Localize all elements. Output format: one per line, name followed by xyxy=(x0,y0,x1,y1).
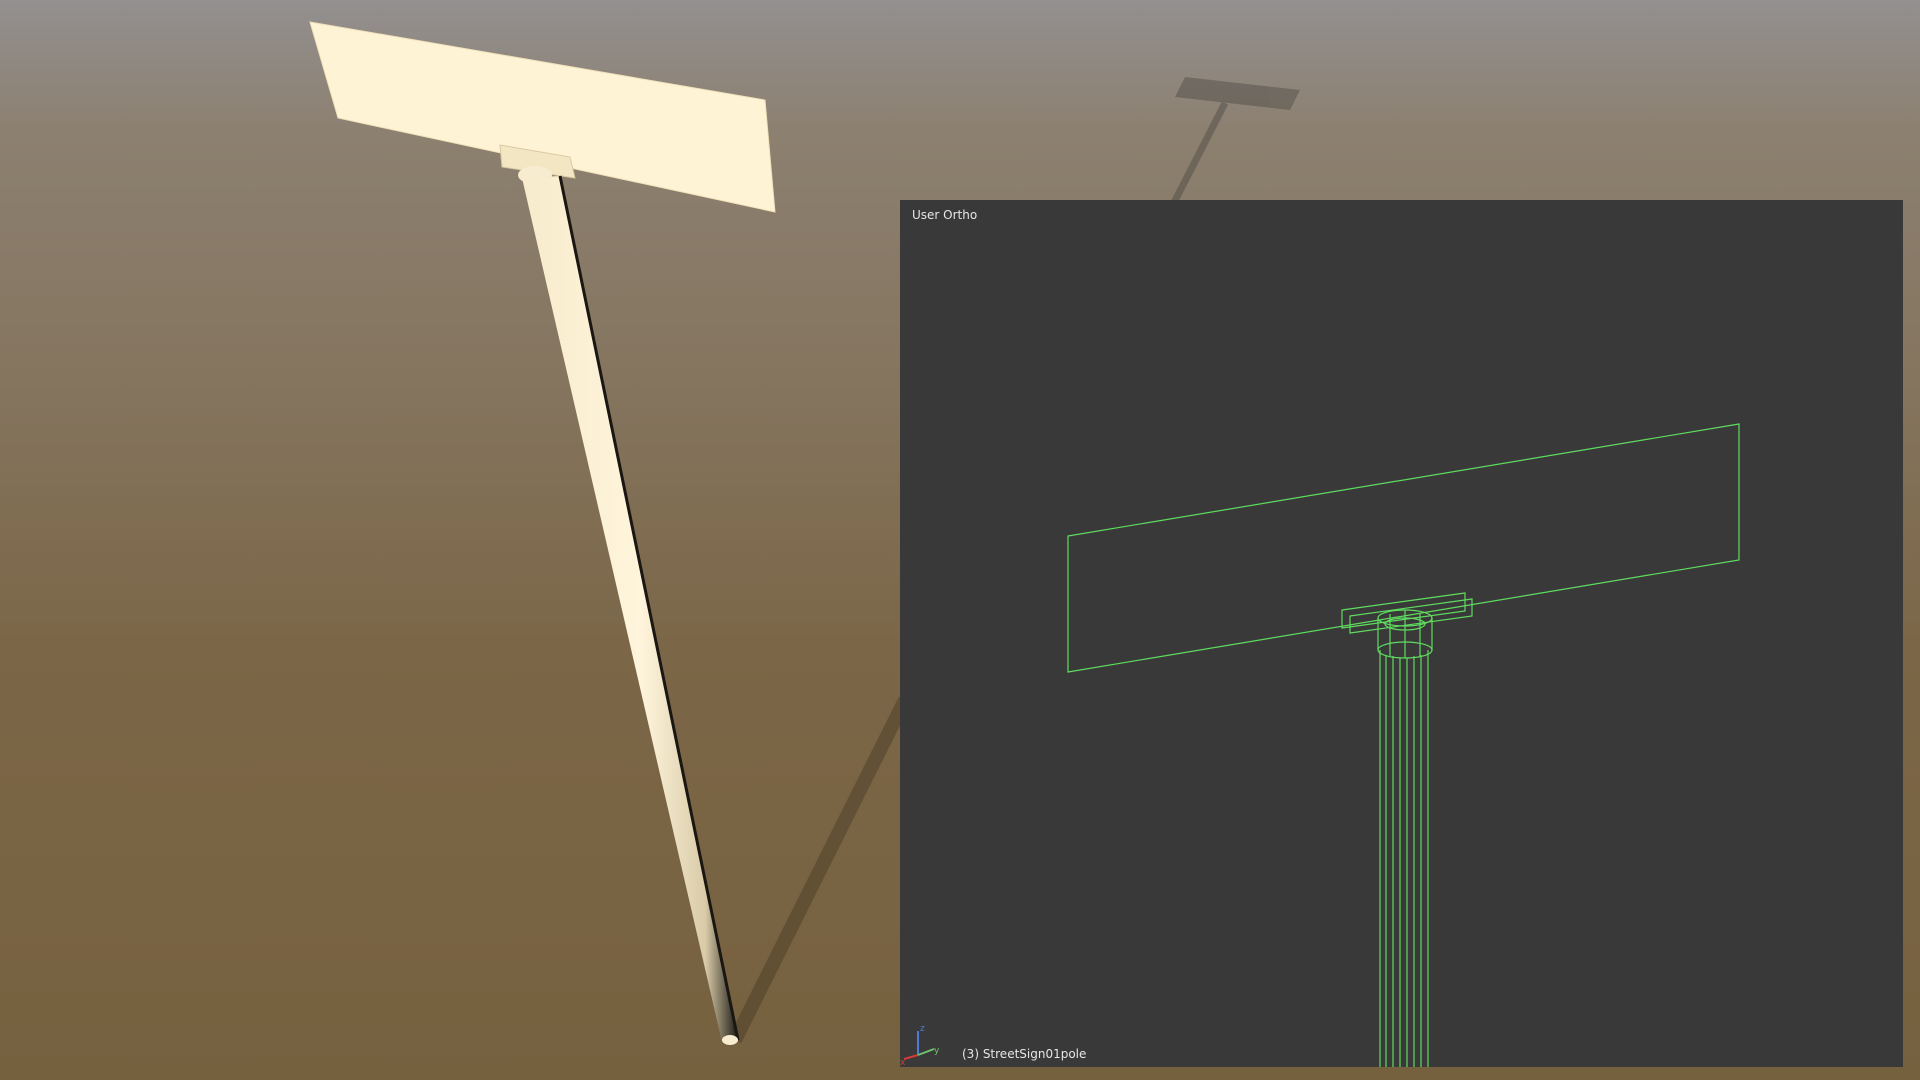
wire-bracket-back xyxy=(1349,598,1473,634)
axis-x-label: x xyxy=(900,1058,906,1067)
axis-z-label: z xyxy=(920,1024,925,1034)
active-object-label: (3) StreetSign01pole xyxy=(962,1047,1087,1061)
pole-shadow-edge xyxy=(558,175,740,1041)
pole-base xyxy=(722,1035,738,1045)
wire-pole xyxy=(1379,650,1429,1067)
wire-sign-plate xyxy=(1067,423,1740,673)
pole xyxy=(522,176,738,1042)
3d-viewport[interactable]: User Ortho z y x (3) StreetSign01pole xyxy=(900,200,1903,1067)
axis-y-label: y xyxy=(934,1046,940,1056)
wireframe-canvas xyxy=(1067,423,1740,1067)
axis-gizmo-icon: z y x xyxy=(900,1024,940,1067)
